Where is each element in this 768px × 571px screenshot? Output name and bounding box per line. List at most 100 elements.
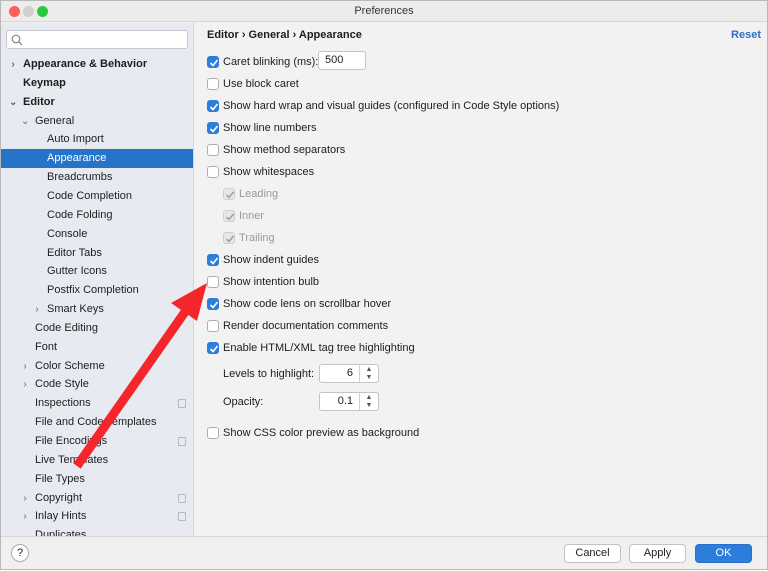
chevron-right-icon[interactable]: › (21, 489, 29, 508)
chevron-down-icon[interactable]: ⌄ (9, 93, 17, 112)
checkbox[interactable] (207, 342, 219, 354)
tree-item[interactable]: File Encodings (1, 432, 193, 451)
reset-link[interactable]: Reset (731, 29, 761, 41)
chevron-right-icon[interactable]: › (21, 357, 29, 376)
levels-value: 6 (346, 367, 353, 379)
tree-item[interactable]: File and Code Templates (1, 413, 193, 432)
checkbox[interactable] (207, 427, 219, 439)
checkbox[interactable] (223, 232, 235, 244)
checkbox[interactable] (207, 254, 219, 266)
option-label: Enable HTML/XML tag tree highlighting (223, 342, 415, 354)
tree-item[interactable]: › Smart Keys (1, 300, 193, 319)
checkbox[interactable] (223, 210, 235, 222)
tree-item[interactable]: Console (1, 225, 193, 244)
tree-item[interactable]: Duplicates (1, 526, 193, 536)
tree-item[interactable]: ⌄ Editor (1, 93, 193, 112)
tree-item-label: File Encodings (35, 435, 108, 447)
tree-item[interactable]: Breadcrumbs (1, 168, 193, 187)
title-bar: Preferences (1, 1, 767, 22)
tree-item[interactable]: Code Folding (1, 206, 193, 225)
checkbox[interactable] (207, 122, 219, 134)
chevron-right-icon[interactable]: › (9, 55, 17, 74)
apply-button[interactable]: Apply (629, 544, 686, 563)
tree-item[interactable]: › Inlay Hints (1, 507, 193, 526)
tree-item-label: Appearance (47, 152, 107, 165)
tree-item-label: Console (47, 227, 88, 240)
tree-item[interactable]: › Copyright (1, 489, 193, 508)
tree-item[interactable]: › Code Style (1, 375, 193, 394)
opacity-spinner[interactable]: 0.1 ▲ ▼ (319, 392, 379, 411)
option-label: Show hard wrap and visual guides (config… (223, 100, 560, 112)
checkbox[interactable] (207, 100, 219, 112)
help-button[interactable]: ? (11, 544, 29, 562)
tree-item-label: Auto Import (47, 133, 104, 146)
chevron-down-icon[interactable]: ⌄ (21, 112, 29, 131)
option-label: Show intention bulb (223, 276, 320, 288)
search-input[interactable] (6, 30, 188, 49)
tree-item[interactable]: Inspections (1, 394, 193, 413)
ok-button[interactable]: OK (695, 544, 752, 563)
cancel-button[interactable]: Cancel (564, 544, 621, 563)
tree-item-label: Inlay Hints (35, 510, 87, 523)
tree-item-label: Live Templates (35, 453, 109, 466)
checkbox[interactable] (223, 188, 235, 200)
chevron-right-icon[interactable]: › (21, 507, 29, 526)
opacity-label: Opacity: (223, 396, 264, 408)
tree-item-label: Code Folding (47, 208, 113, 221)
chevron-right-icon[interactable]: › (33, 300, 41, 319)
minimize-window-button[interactable] (23, 6, 34, 17)
tree-item[interactable]: Editor Tabs (1, 244, 193, 263)
option-label: Show indent guides (223, 254, 320, 266)
tree-item-label: Code Style (35, 378, 89, 391)
tree-item[interactable]: Postfix Completion (1, 281, 193, 300)
stepper-arrows-icon[interactable]: ▲ ▼ (359, 365, 378, 382)
tree-item-label: Keymap (23, 76, 66, 89)
tree-item-label: File Types (35, 472, 85, 485)
tree-item-label: Gutter Icons (47, 265, 107, 278)
tree-item-label: Duplicates (35, 529, 87, 536)
option-label: Use block caret (223, 78, 299, 90)
tree-item[interactable]: Appearance (1, 149, 193, 169)
tree-item[interactable]: › Appearance & Behavior (1, 55, 193, 74)
preferences-window: Preferences › Appearance & Behavior Keymap… (0, 0, 768, 570)
tree-item-label: Code Completion (47, 189, 132, 202)
levels-label: Levels to highlight: (223, 368, 315, 380)
chevron-right-icon[interactable]: › (21, 375, 29, 394)
tree-item[interactable]: › Color Scheme (1, 357, 193, 376)
tree-item[interactable]: File Types (1, 470, 193, 489)
levels-spinner[interactable]: 6 ▲ ▼ (319, 364, 379, 383)
option-label: Caret blinking (ms): (223, 56, 319, 68)
tree-item-label: General (35, 114, 75, 127)
checkbox[interactable] (207, 298, 219, 310)
checkbox[interactable] (207, 78, 219, 90)
project-scope-icon (178, 437, 186, 446)
window-title: Preferences (354, 5, 414, 17)
tree-item-label: Code Editing (35, 321, 98, 334)
checkbox[interactable] (207, 320, 219, 332)
project-scope-icon (178, 399, 186, 409)
settings-tree: › Appearance & Behavior Keymap ⌄ Editor ⌄ Gene… (1, 23, 194, 536)
checkbox[interactable] (207, 144, 219, 156)
tree-item[interactable]: Code Editing (1, 319, 193, 338)
zoom-window-button[interactable] (37, 6, 48, 17)
tree-item[interactable]: Gutter Icons (1, 262, 193, 281)
project-scope-icon (178, 493, 186, 503)
tree-item[interactable]: ⌄ General (1, 112, 193, 131)
tree-item-label: File and Code Templates (35, 416, 157, 429)
caret-blink-input[interactable]: 500 (318, 51, 366, 70)
tree-item-label: Color Scheme (35, 359, 105, 372)
tree-item[interactable]: Font (1, 338, 193, 357)
checkbox[interactable] (207, 166, 219, 178)
checkbox[interactable] (207, 276, 219, 288)
project-scope-icon (178, 512, 186, 522)
option-label: Trailing (239, 232, 275, 244)
option-label: Show CSS color preview as background (223, 427, 420, 439)
tree-item[interactable]: Code Completion (1, 187, 193, 206)
tree-item[interactable]: Auto Import (1, 130, 193, 149)
close-window-button[interactable] (9, 6, 20, 17)
stepper-arrows-icon[interactable]: ▲ ▼ (359, 393, 378, 410)
tree-item[interactable]: Live Templates (1, 451, 193, 470)
checkbox[interactable] (207, 56, 219, 68)
tree-item-label: Breadcrumbs (47, 171, 113, 184)
tree-item[interactable]: Keymap (1, 74, 193, 93)
